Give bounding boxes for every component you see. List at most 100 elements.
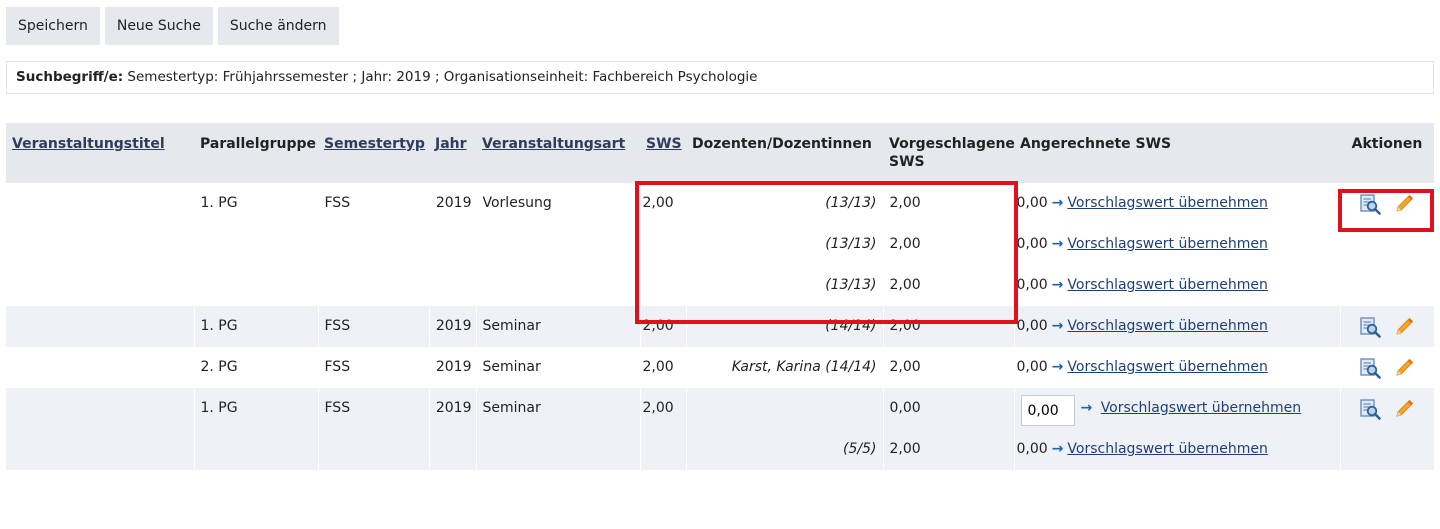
header-lecturers: Dozenten/Dozentinnen bbox=[686, 123, 883, 183]
event-type-cell: Seminar bbox=[476, 388, 641, 470]
lecturers-cell: (13/13) (13/13) (13/13) bbox=[686, 183, 884, 306]
table-row: 2. PG FSS 2019 Seminar 2,00 Karst, Karina (14… bbox=[6, 347, 1435, 388]
search-criteria-text: Semestertyp: Frühjahrssemester ; Jahr: 2… bbox=[123, 69, 758, 85]
credited-sws-value: 0,00 bbox=[1016, 318, 1048, 334]
arrow-right-icon: → bbox=[1051, 318, 1064, 334]
pencil-icon[interactable] bbox=[1393, 316, 1415, 338]
header-year[interactable]: Jahr bbox=[429, 123, 476, 183]
proposed-sws-value: 2,00 bbox=[889, 318, 921, 334]
parallel-group-cell: 2. PG bbox=[194, 347, 319, 388]
arrow-right-icon: → bbox=[1051, 359, 1064, 375]
event-type-cell-value: Seminar bbox=[482, 318, 541, 334]
search-criteria-label: Suchbegriff/e: bbox=[16, 69, 124, 85]
actions-cell bbox=[1340, 388, 1435, 470]
year-value: 2019 bbox=[435, 318, 472, 334]
sws-cell: 2,00 bbox=[640, 183, 687, 306]
header-semester-type[interactable]: Semestertyp bbox=[318, 123, 429, 183]
lecturers-cell: (14/14) bbox=[686, 306, 884, 347]
sws-cell: 2,00 bbox=[640, 306, 687, 347]
magnifier-document-icon[interactable] bbox=[1359, 316, 1381, 338]
magnifier-document-icon[interactable] bbox=[1359, 398, 1381, 420]
header-title[interactable]: Veranstaltungstitel bbox=[6, 123, 194, 183]
sws-value: 2,00 bbox=[642, 318, 674, 334]
semester-type-cell-value: FSS bbox=[324, 359, 351, 375]
year-cell: 2019 bbox=[429, 388, 477, 470]
apply-proposal-link[interactable]: Vorschlagswert übernehmen bbox=[1067, 277, 1267, 293]
proposed-sws-value: 2,00 bbox=[889, 441, 921, 457]
actions-cell bbox=[1340, 347, 1435, 388]
apply-proposal-link[interactable]: Vorschlagswert übernehmen bbox=[1067, 441, 1267, 457]
event-type-cell-value: Seminar bbox=[482, 400, 541, 416]
event-type-cell-value: Seminar bbox=[482, 359, 541, 375]
semester-type-cell: FSS bbox=[318, 183, 430, 306]
event-type-cell-value: Vorlesung bbox=[482, 195, 552, 211]
title-cell bbox=[6, 183, 195, 306]
lecturer-entry: (13/13) bbox=[825, 236, 877, 252]
change-search-button[interactable]: Suche ändern bbox=[217, 7, 339, 45]
header-sws[interactable]: SWS bbox=[640, 123, 686, 183]
header-proposed-sws: Vorgeschlagene SWS bbox=[883, 123, 1015, 183]
header-credited-sws: Angerechnete SWS bbox=[1014, 123, 1340, 183]
parallel-group-cell: 1. PG bbox=[194, 388, 319, 470]
apply-proposal-link[interactable]: Vorschlagswert übernehmen bbox=[1101, 400, 1301, 416]
search-criteria: Suchbegriff/e: Semestertyp: Frühjahrssem… bbox=[6, 61, 1434, 94]
semester-type-cell-value: FSS bbox=[324, 195, 351, 211]
credited-sws-value: 0,00 bbox=[1016, 236, 1048, 252]
proposed-sws-value: 2,00 bbox=[889, 359, 921, 375]
actions-cell bbox=[1340, 183, 1435, 306]
pencil-icon[interactable] bbox=[1393, 398, 1415, 420]
year-cell: 2019 bbox=[429, 306, 477, 347]
credited-sws-cell: 0,00 → Vorschlagswert übernehmen 0,00 → Vorsc… bbox=[1014, 183, 1341, 306]
proposed-sws-cell: 2,00 bbox=[883, 306, 1015, 347]
semester-type-cell: FSS bbox=[318, 306, 430, 347]
credited-sws-value: 0,00 bbox=[1016, 359, 1048, 375]
parallel-group-cell: 1. PG bbox=[194, 306, 319, 347]
header-parallel-group: Parallelgruppe bbox=[194, 123, 318, 183]
title-cell bbox=[6, 388, 195, 470]
arrow-right-icon: → bbox=[1051, 441, 1064, 457]
apply-proposal-link[interactable]: Vorschlagswert übernehmen bbox=[1067, 236, 1267, 252]
sws-value: 2,00 bbox=[642, 195, 674, 211]
apply-proposal-link[interactable]: Vorschlagswert übernehmen bbox=[1067, 318, 1267, 334]
table-header-row: Veranstaltungstitel Parallelgruppe Semes… bbox=[6, 123, 1434, 183]
credited-sws-value: 0,00 bbox=[1016, 277, 1048, 293]
toolbar: Speichern Neue Suche Suche ändern bbox=[6, 7, 339, 45]
magnifier-document-icon[interactable] bbox=[1359, 357, 1381, 379]
save-button[interactable]: Speichern bbox=[6, 7, 100, 45]
pencil-icon[interactable] bbox=[1393, 193, 1415, 215]
arrow-right-icon: → bbox=[1051, 236, 1064, 252]
semester-type-cell-value: FSS bbox=[324, 400, 351, 416]
pencil-icon[interactable] bbox=[1393, 357, 1415, 379]
parallel-group-cell-value: 1. PG bbox=[200, 195, 238, 211]
results-table: Veranstaltungstitel Parallelgruppe Semes… bbox=[6, 123, 1435, 470]
header-event-type[interactable]: Veranstaltungsart bbox=[476, 123, 640, 183]
year-value: 2019 bbox=[435, 195, 472, 211]
event-type-cell: Seminar bbox=[476, 306, 641, 347]
event-type-cell: Vorlesung bbox=[476, 183, 641, 306]
apply-proposal-link[interactable]: Vorschlagswert übernehmen bbox=[1067, 195, 1267, 211]
lecturer-entry: (14/14) bbox=[825, 318, 877, 334]
parallel-group-cell: 1. PG bbox=[194, 183, 319, 306]
sws-cell: 2,00 bbox=[640, 347, 687, 388]
actions-cell bbox=[1340, 306, 1435, 347]
parallel-group-cell-value: 1. PG bbox=[200, 318, 238, 334]
sws-value: 2,00 bbox=[642, 359, 674, 375]
arrow-right-icon: → bbox=[1080, 400, 1093, 416]
sws-cell: 2,00 bbox=[640, 388, 687, 470]
arrow-right-icon: → bbox=[1051, 277, 1064, 293]
table-row: 1. PG FSS 2019 Seminar 2,00 (5/5) 0,00 2,00 → Vo… bbox=[6, 388, 1435, 470]
lecturer-entry: (13/13) bbox=[825, 195, 877, 211]
semester-type-cell: FSS bbox=[318, 388, 430, 470]
proposed-sws-cell: 2,00 bbox=[883, 347, 1015, 388]
header-actions: Aktionen bbox=[1340, 123, 1434, 183]
proposed-sws-value: 0,00 bbox=[889, 400, 921, 416]
table-row: 1. PG FSS 2019 Seminar 2,00 (14/14) 2,00 0,00 → V… bbox=[6, 306, 1435, 347]
apply-proposal-link[interactable]: Vorschlagswert übernehmen bbox=[1067, 359, 1267, 375]
new-search-button[interactable]: Neue Suche bbox=[104, 7, 213, 45]
credited-sws-cell: → Vorschlagswert übernehmen0,00→Vorschla… bbox=[1014, 388, 1341, 470]
year-cell: 2019 bbox=[429, 347, 477, 388]
semester-type-cell: FSS bbox=[318, 347, 430, 388]
credited-sws-input[interactable] bbox=[1020, 395, 1075, 426]
magnifier-document-icon[interactable] bbox=[1359, 193, 1381, 215]
credited-sws-value: 0,00 bbox=[1016, 441, 1048, 457]
